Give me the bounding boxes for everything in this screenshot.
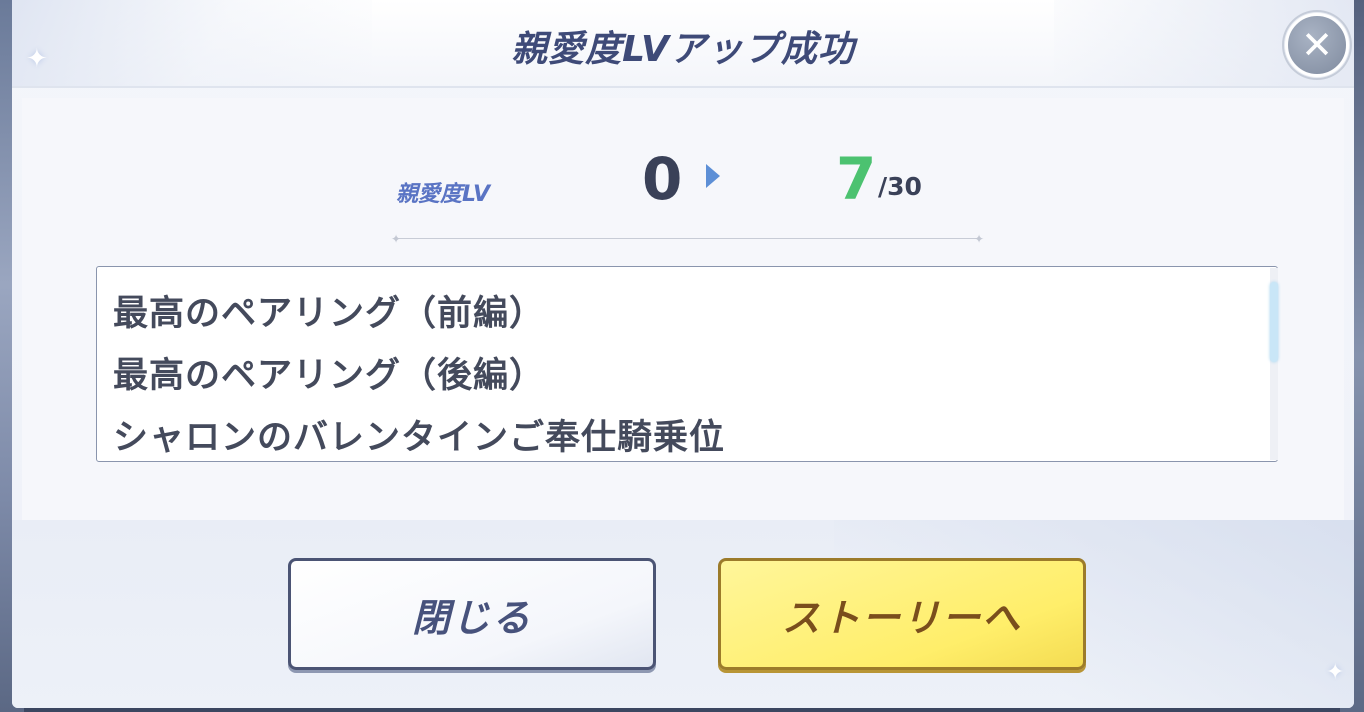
old-level-value: 0 <box>642 145 683 213</box>
list-item: 最高のペアリング（前編） <box>113 294 546 334</box>
close-icon: ✕ <box>1285 13 1349 77</box>
close-button[interactable]: ✕ <box>1282 10 1352 80</box>
divider <box>396 238 980 239</box>
divider-dot-icon: ✦ <box>391 232 402 246</box>
list-item: シャロンのバレンタインご奉仕騎乗位 <box>113 418 726 458</box>
arrow-right-icon <box>706 164 720 188</box>
unlocked-story-list[interactable]: 最高のペアリング（前編） 最高のペアリング（後編） シャロンのバレンタインご奉仕… <box>96 266 1278 462</box>
go-to-story-button[interactable]: ストーリーへ <box>718 558 1086 670</box>
sparkle-icon: ✦ <box>1326 660 1345 685</box>
max-level-value: /30 <box>878 172 922 201</box>
affection-level-label: 親愛度LV <box>396 182 491 207</box>
list-item: 最高のペアリング（後編） <box>113 356 546 396</box>
scrollbar-thumb[interactable] <box>1270 282 1278 362</box>
divider-dot-icon: ✦ <box>974 232 985 246</box>
close-dialog-button[interactable]: 閉じる <box>288 558 656 670</box>
new-level-value: 7 <box>836 145 877 213</box>
dialog-title: 親愛度LVアップ成功 <box>511 29 855 70</box>
dialog-header: ✦ 親愛度LVアップ成功 <box>12 0 1354 88</box>
